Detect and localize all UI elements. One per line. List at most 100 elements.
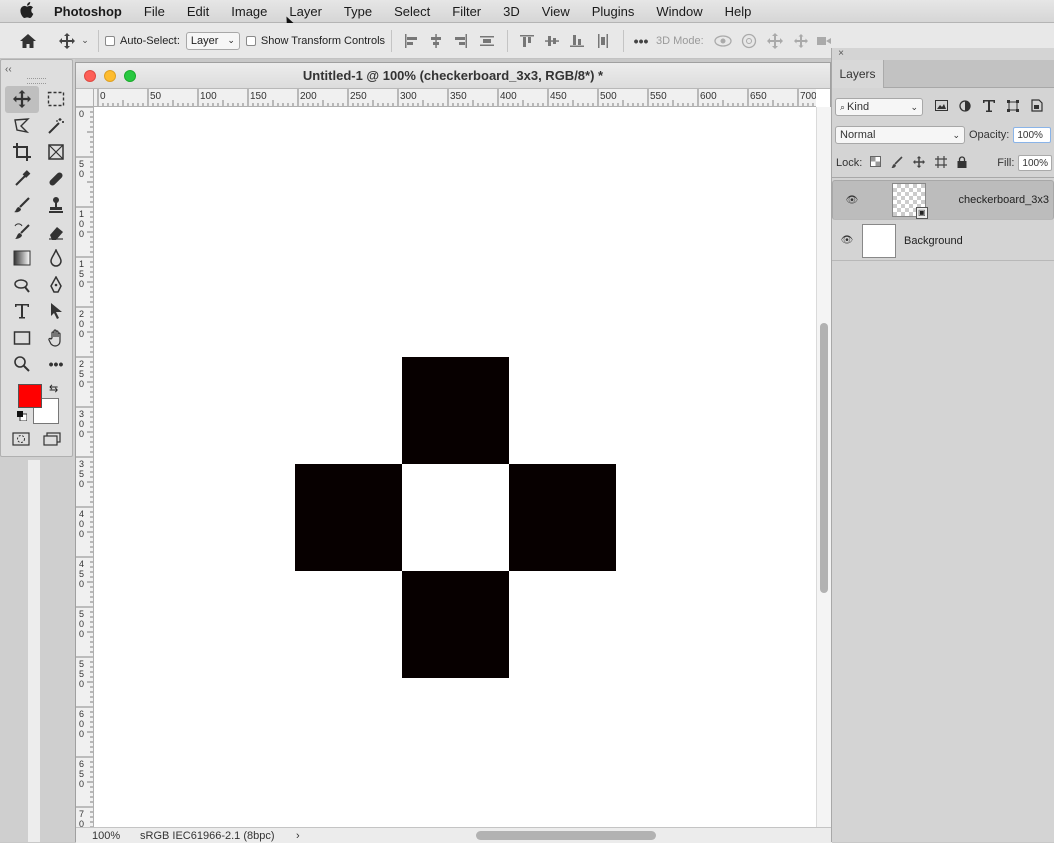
healing-brush-tool-icon[interactable] [39, 166, 73, 193]
distribute-icon[interactable] [473, 34, 501, 48]
menu-image[interactable]: Image [220, 4, 278, 19]
document-window: Untitled-1 @ 100% (checkerboard_3x3, RGB… [75, 62, 832, 843]
rectangle-tool-icon[interactable] [5, 325, 39, 352]
divider [98, 29, 99, 52]
menu-app-photoshop[interactable]: Photoshop [54, 4, 133, 19]
move-tool-preset-icon[interactable] [56, 32, 78, 49]
menu-edit[interactable]: Edit [176, 4, 220, 19]
ruler-label: 1 [79, 209, 84, 219]
show-transform-checkbox[interactable] [245, 35, 256, 46]
auto-select-checkbox[interactable] [105, 35, 115, 46]
default-colors-icon[interactable] [17, 410, 28, 421]
ruler-label: 450 [550, 91, 567, 102]
smart-object-badge-icon: ▣ [915, 207, 928, 219]
menu-view[interactable]: View [531, 4, 581, 19]
eyedropper-tool-icon[interactable] [5, 166, 39, 193]
tools-panel-header[interactable]: ‹‹ [1, 60, 72, 78]
type-tool-icon[interactable] [5, 298, 39, 325]
menu-filter[interactable]: Filter [441, 4, 492, 19]
quick-mask-icon[interactable] [12, 431, 30, 449]
document-canvas[interactable] [94, 107, 814, 829]
align-left-icon[interactable] [398, 33, 423, 48]
filter-pixel-icon[interactable] [935, 100, 948, 114]
vertical-scrollbar-thumb[interactable] [820, 323, 828, 593]
stamp-tool-icon[interactable] [39, 192, 73, 219]
layer-name[interactable]: checkerboard_3x3 [958, 194, 1049, 206]
home-icon[interactable] [0, 33, 56, 49]
frame-tool-icon[interactable] [39, 139, 73, 166]
dodge-tool-icon[interactable] [5, 272, 39, 299]
zoom-tool-icon[interactable] [5, 351, 39, 378]
chevron-down-icon[interactable]: ⌄ [78, 35, 92, 46]
lock-artboard-icon[interactable] [935, 155, 948, 171]
history-brush-tool-icon[interactable] [5, 219, 39, 246]
auto-select-dropdown[interactable]: Layer ⌄ [185, 31, 240, 50]
crop-tool-icon[interactable] [5, 139, 39, 166]
gradient-tool-icon[interactable] [5, 245, 39, 272]
status-info-arrow[interactable]: › [296, 830, 310, 842]
menu-3d[interactable]: 3D [492, 4, 531, 19]
layer-row-background[interactable]: 👁 Background [832, 221, 1054, 261]
filter-type-icon[interactable] [983, 99, 995, 115]
pen-tool-icon[interactable] [39, 272, 73, 299]
lock-paint-icon[interactable] [891, 155, 903, 171]
vertical-ruler[interactable]: 0501001502002503003504004505005506006507… [76, 89, 94, 829]
apple-menu-icon[interactable] [0, 1, 54, 21]
screen-mode-icon[interactable] [43, 431, 61, 449]
layer-name[interactable]: Background [904, 235, 963, 247]
zoom-level[interactable]: 100% [76, 830, 140, 842]
horizontal-scrollbar-thumb[interactable] [476, 831, 656, 840]
visibility-eye-icon[interactable]: 👁 [832, 235, 862, 246]
opacity-input[interactable]: 100% [1013, 127, 1052, 143]
path-selection-tool-icon[interactable] [39, 298, 73, 325]
move-tool-icon[interactable] [5, 86, 39, 113]
menu-plugins[interactable]: Plugins [581, 4, 646, 19]
swap-colors-icon[interactable]: ⇆ [49, 382, 58, 395]
menu-type[interactable]: Type [333, 4, 383, 19]
menu-select[interactable]: Select [383, 4, 441, 19]
tab-layers[interactable]: Layers [832, 60, 884, 88]
align-bottom-icon[interactable] [564, 34, 589, 48]
menu-window[interactable]: Window [645, 4, 713, 19]
layer-row-checkerboard[interactable]: 👁 ▣ checkerboard_3x3 [832, 180, 1054, 220]
blur-tool-icon[interactable] [39, 245, 73, 272]
close-window-button[interactable] [84, 70, 96, 82]
filter-smart-object-icon[interactable] [1031, 99, 1043, 115]
align-right-icon[interactable] [448, 33, 473, 48]
lock-all-icon[interactable] [957, 155, 967, 171]
ruler-origin[interactable] [76, 89, 94, 107]
filter-kind-dropdown[interactable]: ⌕ Kind ⌄ [835, 98, 923, 116]
eraser-tool-icon[interactable] [39, 219, 73, 246]
close-panel-icon[interactable]: × [833, 48, 849, 60]
zoom-window-button[interactable] [124, 70, 136, 82]
distribute-vertical-icon[interactable] [589, 33, 617, 48]
minimize-window-button[interactable] [104, 70, 116, 82]
menu-help[interactable]: Help [714, 4, 763, 19]
blend-mode-dropdown[interactable]: Normal ⌄ [835, 126, 965, 144]
magic-wand-tool-icon[interactable] [39, 113, 73, 140]
align-horizontal-center-icon[interactable] [423, 33, 448, 48]
marquee-tool-icon[interactable] [39, 86, 73, 113]
foreground-color-swatch-top[interactable] [18, 383, 42, 408]
lock-position-icon[interactable] [913, 155, 926, 171]
color-profile: sRGB IEC61966-2.1 (8bpc) [140, 829, 275, 842]
filter-shape-icon[interactable] [1007, 99, 1019, 115]
align-vertical-center-icon[interactable] [539, 34, 564, 48]
lasso-tool-icon[interactable] [5, 113, 39, 140]
horizontal-ruler[interactable]: 0 50 100 150 200 250 300 350 400 450 500 550 600 650 7… [94, 89, 816, 107]
fill-input[interactable]: 100% [1018, 155, 1053, 171]
hand-tool-icon[interactable] [39, 325, 73, 352]
menu-file[interactable]: File [133, 4, 176, 19]
ruler-label: 0 [79, 529, 84, 539]
visibility-eye-icon[interactable]: 👁 [837, 195, 867, 206]
more-options-icon[interactable]: ••• [630, 33, 652, 49]
vertical-scrollbar[interactable] [816, 107, 831, 829]
brush-tool-icon[interactable] [5, 192, 39, 219]
filter-adjustment-icon[interactable] [959, 99, 971, 115]
align-top-icon[interactable] [514, 34, 539, 48]
checker-square-left [295, 464, 402, 571]
document-title-bar[interactable]: Untitled-1 @ 100% (checkerboard_3x3, RGB… [76, 63, 830, 89]
lock-transparent-icon[interactable] [870, 156, 882, 170]
more-tools-icon[interactable]: ••• [39, 351, 73, 378]
collapse-panel-icon[interactable]: ‹‹ [5, 64, 12, 75]
